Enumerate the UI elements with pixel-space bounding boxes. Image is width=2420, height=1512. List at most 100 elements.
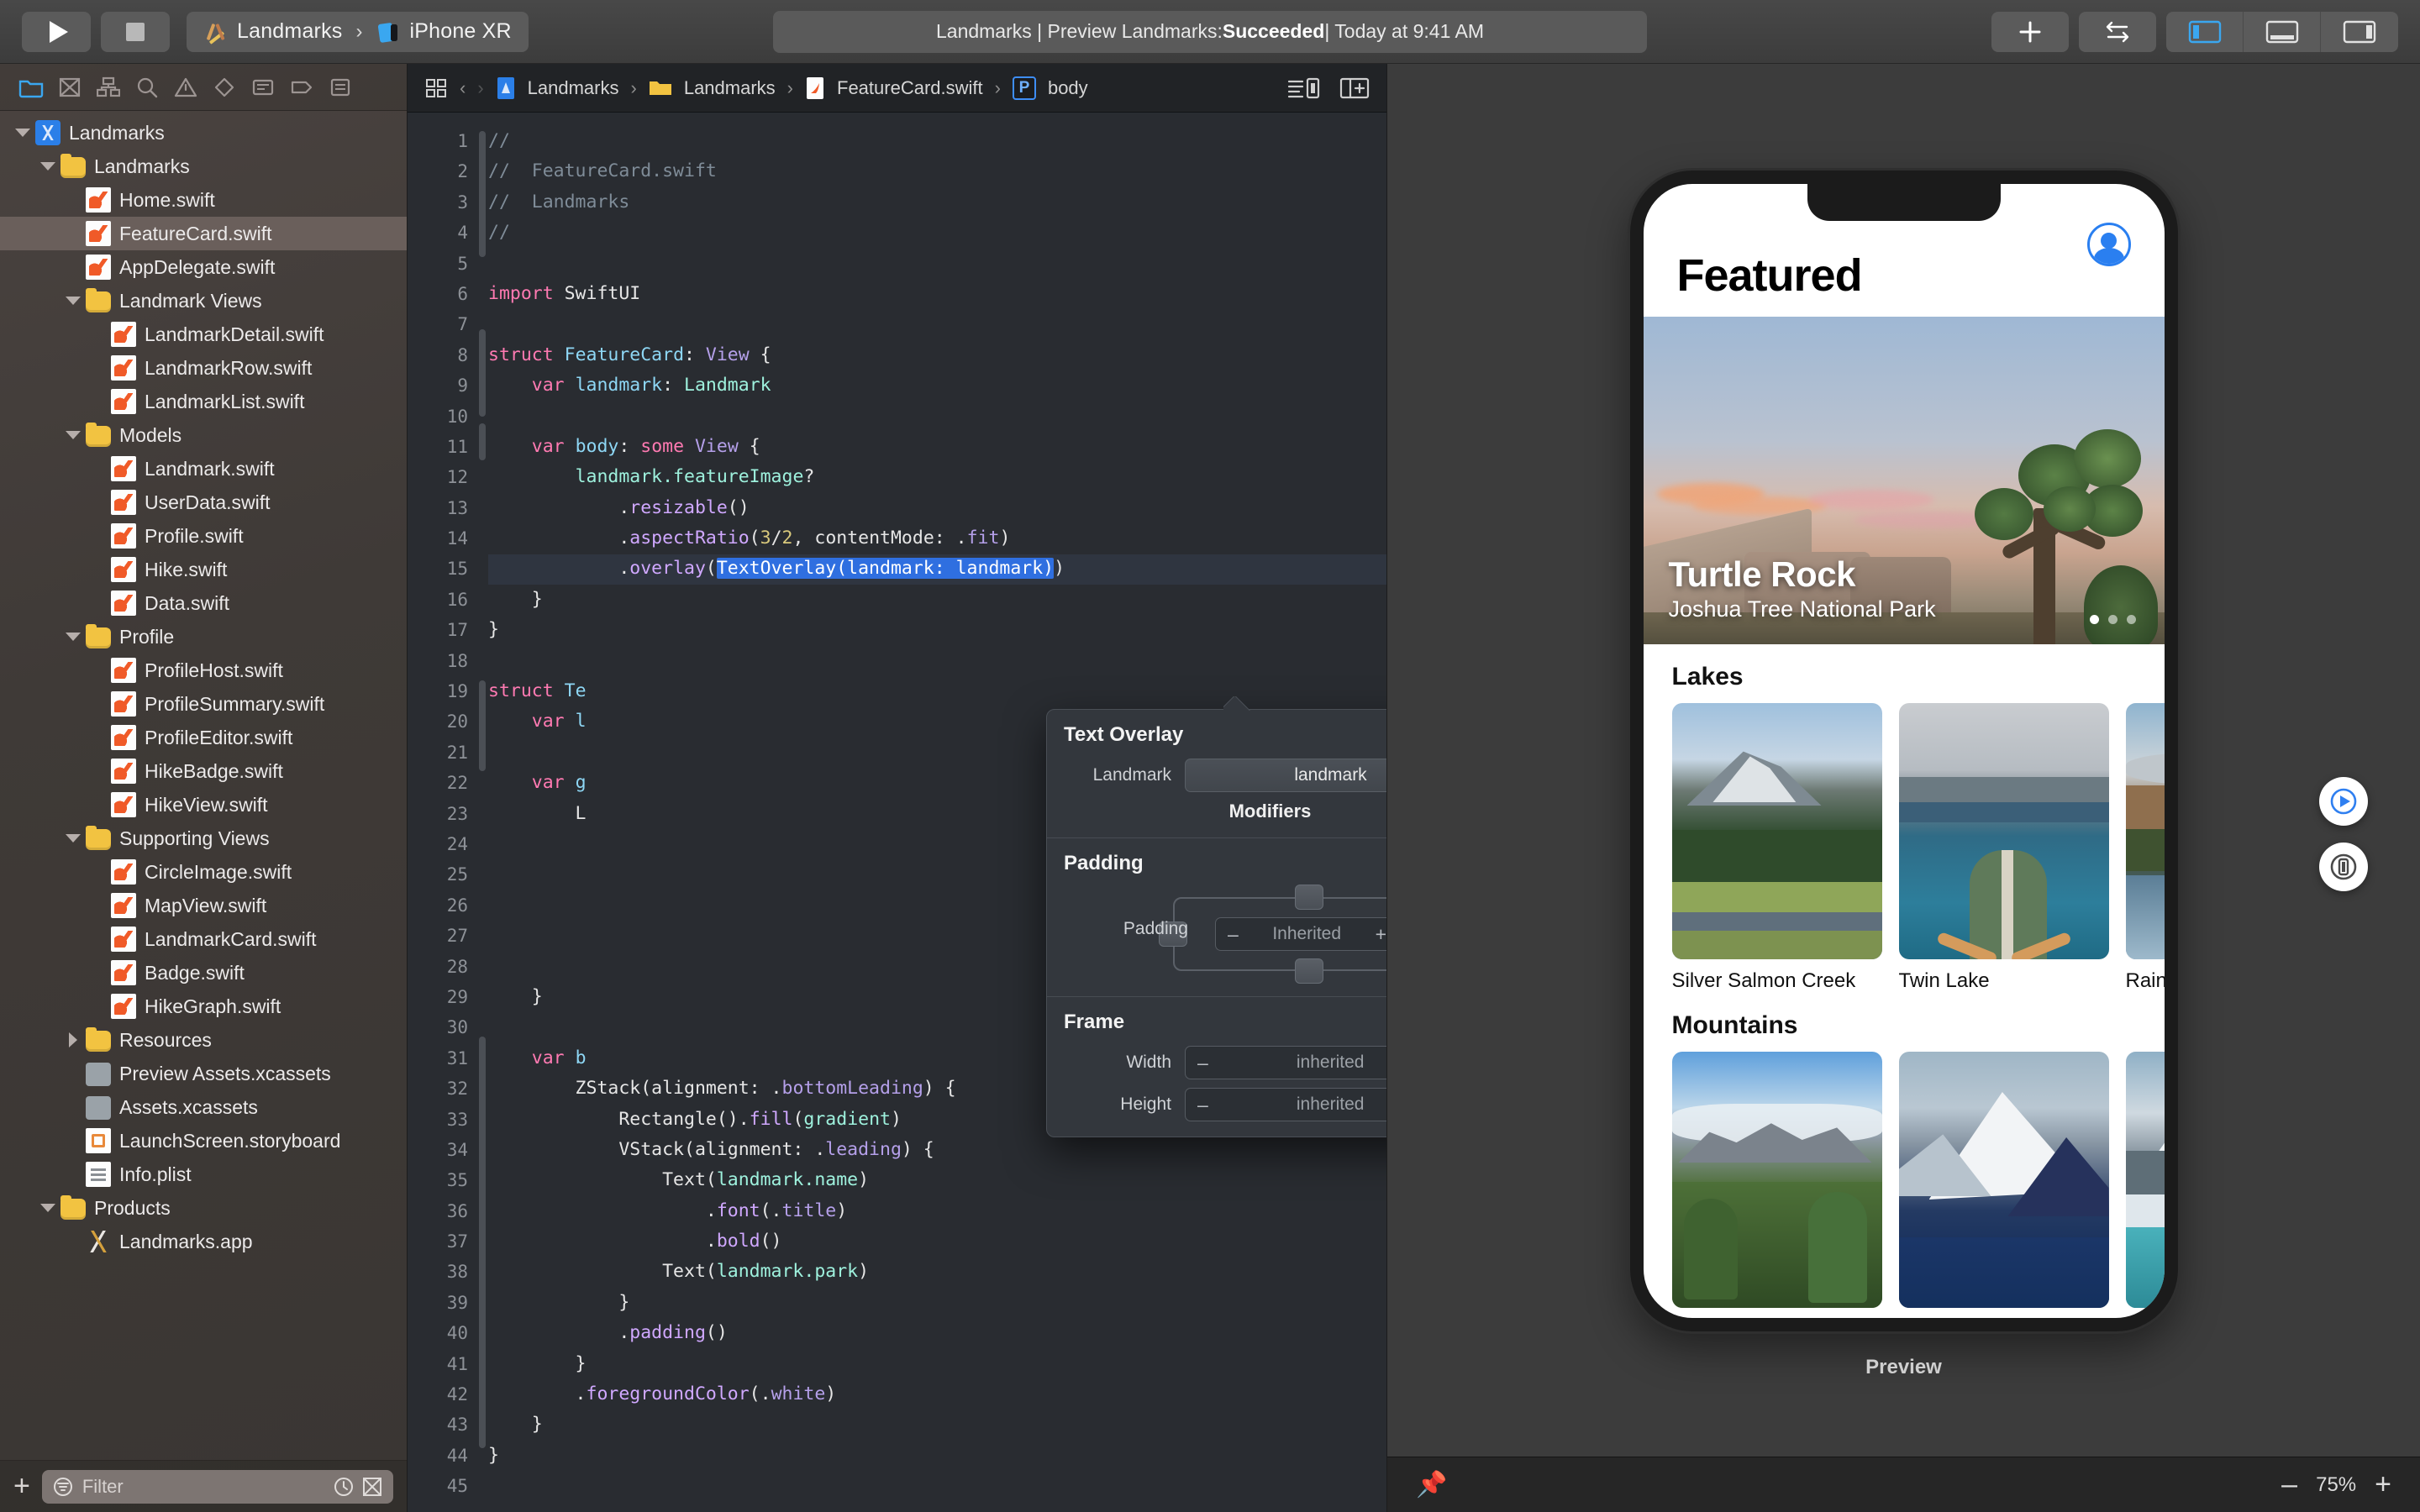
navigator-tab-source-control[interactable] <box>50 71 89 104</box>
activity-status[interactable]: Landmarks | Preview Landmarks: Succeeded… <box>773 10 1647 53</box>
padding-bottom-nub[interactable] <box>1295 958 1323 984</box>
card-row[interactable]: Chilkoot Trail Lake McDona <box>1671 1052 2165 1318</box>
landmark-value-combo[interactable]: landmark <box>1185 759 1386 792</box>
code-line[interactable]: VStack(alignment: .leading) { <box>488 1135 1386 1165</box>
add-editor-icon[interactable] <box>1339 76 1370 101</box>
card-row[interactable]: Silver Salmon Creek Twin Lake Rain <box>1671 703 2165 993</box>
device-screen[interactable]: Featured Turtle Rock Joshua Tree Nationa… <box>1643 184 2165 1318</box>
navigator-tab-debug[interactable] <box>244 71 282 104</box>
file-tree-row[interactable]: Models <box>0 418 407 452</box>
disclosure-triangle-icon[interactable] <box>39 1199 57 1217</box>
stop-button[interactable] <box>101 11 170 52</box>
code-line[interactable] <box>488 646 1386 676</box>
toggle-debug-area-button[interactable] <box>2244 11 2321 52</box>
source-control-filter-icon[interactable] <box>361 1476 383 1498</box>
file-tree-row[interactable]: CircleImage.swift <box>0 855 407 889</box>
file-tree-row[interactable]: Badge.swift <box>0 956 407 990</box>
disclosure-triangle-icon[interactable] <box>64 829 82 848</box>
breadcrumb-item-1[interactable]: Landmarks <box>684 77 776 99</box>
disclosure-triangle-icon[interactable] <box>39 157 57 176</box>
file-tree-row[interactable]: LandmarkList.swift <box>0 385 407 418</box>
disclosure-triangle-icon[interactable] <box>64 426 82 444</box>
pin-icon[interactable]: 📌 <box>1416 1470 1447 1499</box>
file-tree-row[interactable]: UserData.swift <box>0 486 407 519</box>
file-tree-row[interactable]: Info.plist <box>0 1158 407 1191</box>
file-tree-row[interactable]: Profile.swift <box>0 519 407 553</box>
code-line[interactable]: // <box>488 126 1386 156</box>
code-line[interactable] <box>488 402 1386 432</box>
file-tree-row[interactable]: ProfileSummary.swift <box>0 687 407 721</box>
height-decrement[interactable]: – <box>1197 1094 1208 1116</box>
disclosure-triangle-icon[interactable] <box>64 1031 82 1049</box>
breadcrumb-item-0[interactable]: Landmarks <box>528 77 619 99</box>
code-line[interactable]: // FeatureCard.swift <box>488 156 1386 186</box>
toggle-inspector-button[interactable] <box>2321 12 2398 52</box>
landmark-card[interactable]: Silver Salmon Creek <box>1671 703 1882 993</box>
run-button[interactable] <box>22 11 91 52</box>
code-line[interactable]: } <box>488 1410 1386 1440</box>
live-preview-button[interactable] <box>2319 777 2368 826</box>
file-tree-row[interactable]: Preview Assets.xcassets <box>0 1057 407 1090</box>
navigator-tab-find[interactable] <box>128 71 166 104</box>
file-tree-row[interactable]: LandmarkCard.swift <box>0 922 407 956</box>
width-stepper[interactable]: – inherited + <box>1185 1046 1386 1079</box>
code-line[interactable]: struct FeatureCard: View { <box>488 340 1386 370</box>
code-line[interactable]: } <box>488 1441 1386 1471</box>
padding-top-nub[interactable] <box>1295 885 1323 910</box>
file-tree-row[interactable]: ProfileEditor.swift <box>0 721 407 754</box>
preview-canvas[interactable]: Featured Turtle Rock Joshua Tree Nationa… <box>1387 64 2420 1457</box>
file-tree-row[interactable]: Resources <box>0 1023 407 1057</box>
related-items-icon[interactable] <box>424 77 448 99</box>
file-tree-row[interactable]: Landmarks <box>0 150 407 183</box>
code-line[interactable]: Text(landmark.name) <box>488 1165 1386 1195</box>
code-line[interactable]: .padding() <box>488 1318 1386 1348</box>
file-tree-row[interactable]: AppDelegate.swift <box>0 250 407 284</box>
add-button[interactable] <box>1991 11 2069 52</box>
file-tree-row[interactable]: Products <box>0 1191 407 1225</box>
file-tree-row[interactable]: Landmarks.app <box>0 1225 407 1258</box>
file-tree-row[interactable]: Supporting Views <box>0 822 407 855</box>
navigator-tab-breakpoint[interactable] <box>282 71 321 104</box>
code-line[interactable]: // <box>488 218 1386 248</box>
run-on-device-button[interactable] <box>2319 843 2368 891</box>
code-area[interactable]: 1 2 3 4 5 6 7 8 9 10 11 12 13 14 15 16 17 18 19 20 21 22 23 24 2… <box>408 113 1386 1512</box>
file-tree-row[interactable]: Landmark.swift <box>0 452 407 486</box>
code-line[interactable]: import SwiftUI <box>488 279 1386 309</box>
navigator-tab-report[interactable] <box>321 71 360 104</box>
code-line[interactable]: .aspectRatio(3/2, contentMode: .fit) <box>488 523 1386 554</box>
navigator-tab-project[interactable] <box>12 71 50 104</box>
code-line[interactable]: } <box>488 585 1386 615</box>
add-file-button[interactable]: + <box>13 1472 30 1500</box>
code-line[interactable]: var body: some View { <box>488 432 1386 462</box>
profile-avatar-button[interactable] <box>2086 223 2131 266</box>
file-tree-row[interactable]: Hike.swift <box>0 553 407 586</box>
recent-clock-icon[interactable] <box>333 1476 355 1498</box>
code-line[interactable]: // Landmarks <box>488 187 1386 218</box>
file-tree-row[interactable]: LaunchScreen.storyboard <box>0 1124 407 1158</box>
height-stepper[interactable]: – inherited + <box>1185 1088 1386 1121</box>
disclosure-triangle-icon[interactable] <box>64 291 82 310</box>
code-line[interactable]: .bold() <box>488 1226 1386 1257</box>
code-line[interactable]: } <box>488 1349 1386 1379</box>
code-line[interactable]: .resizable() <box>488 493 1386 523</box>
navigator-tab-issue[interactable] <box>166 71 205 104</box>
library-button[interactable] <box>2079 11 2156 52</box>
featured-card[interactable]: Turtle Rock Joshua Tree National Park <box>1643 317 2165 644</box>
code-line[interactable]: .overlay(TextOverlay(landmark: landmark)… <box>488 554 1386 584</box>
code-line[interactable]: Text(landmark.park) <box>488 1257 1386 1287</box>
file-tree-row[interactable]: ProfileHost.swift <box>0 654 407 687</box>
file-tree-row[interactable]: MapView.swift <box>0 889 407 922</box>
padding-decrement[interactable]: – <box>1228 923 1239 946</box>
file-tree-row[interactable]: Profile <box>0 620 407 654</box>
padding-increment[interactable]: + <box>1376 923 1386 946</box>
code-line[interactable]: } <box>488 1288 1386 1318</box>
padding-stepper[interactable]: – Inherited + <box>1215 917 1386 951</box>
navigator-tab-symbol[interactable] <box>89 71 128 104</box>
file-tree-row[interactable]: Assets.xcassets <box>0 1090 407 1124</box>
code-line[interactable] <box>488 309 1386 339</box>
breadcrumb-item-3[interactable]: body <box>1048 77 1088 99</box>
scheme-selector[interactable]: Landmarks › iPhone XR <box>187 11 529 52</box>
filter-input-wrapper[interactable]: Filter <box>41 1469 393 1504</box>
code-line[interactable] <box>488 1471 1386 1501</box>
width-decrement[interactable]: – <box>1197 1052 1208 1074</box>
